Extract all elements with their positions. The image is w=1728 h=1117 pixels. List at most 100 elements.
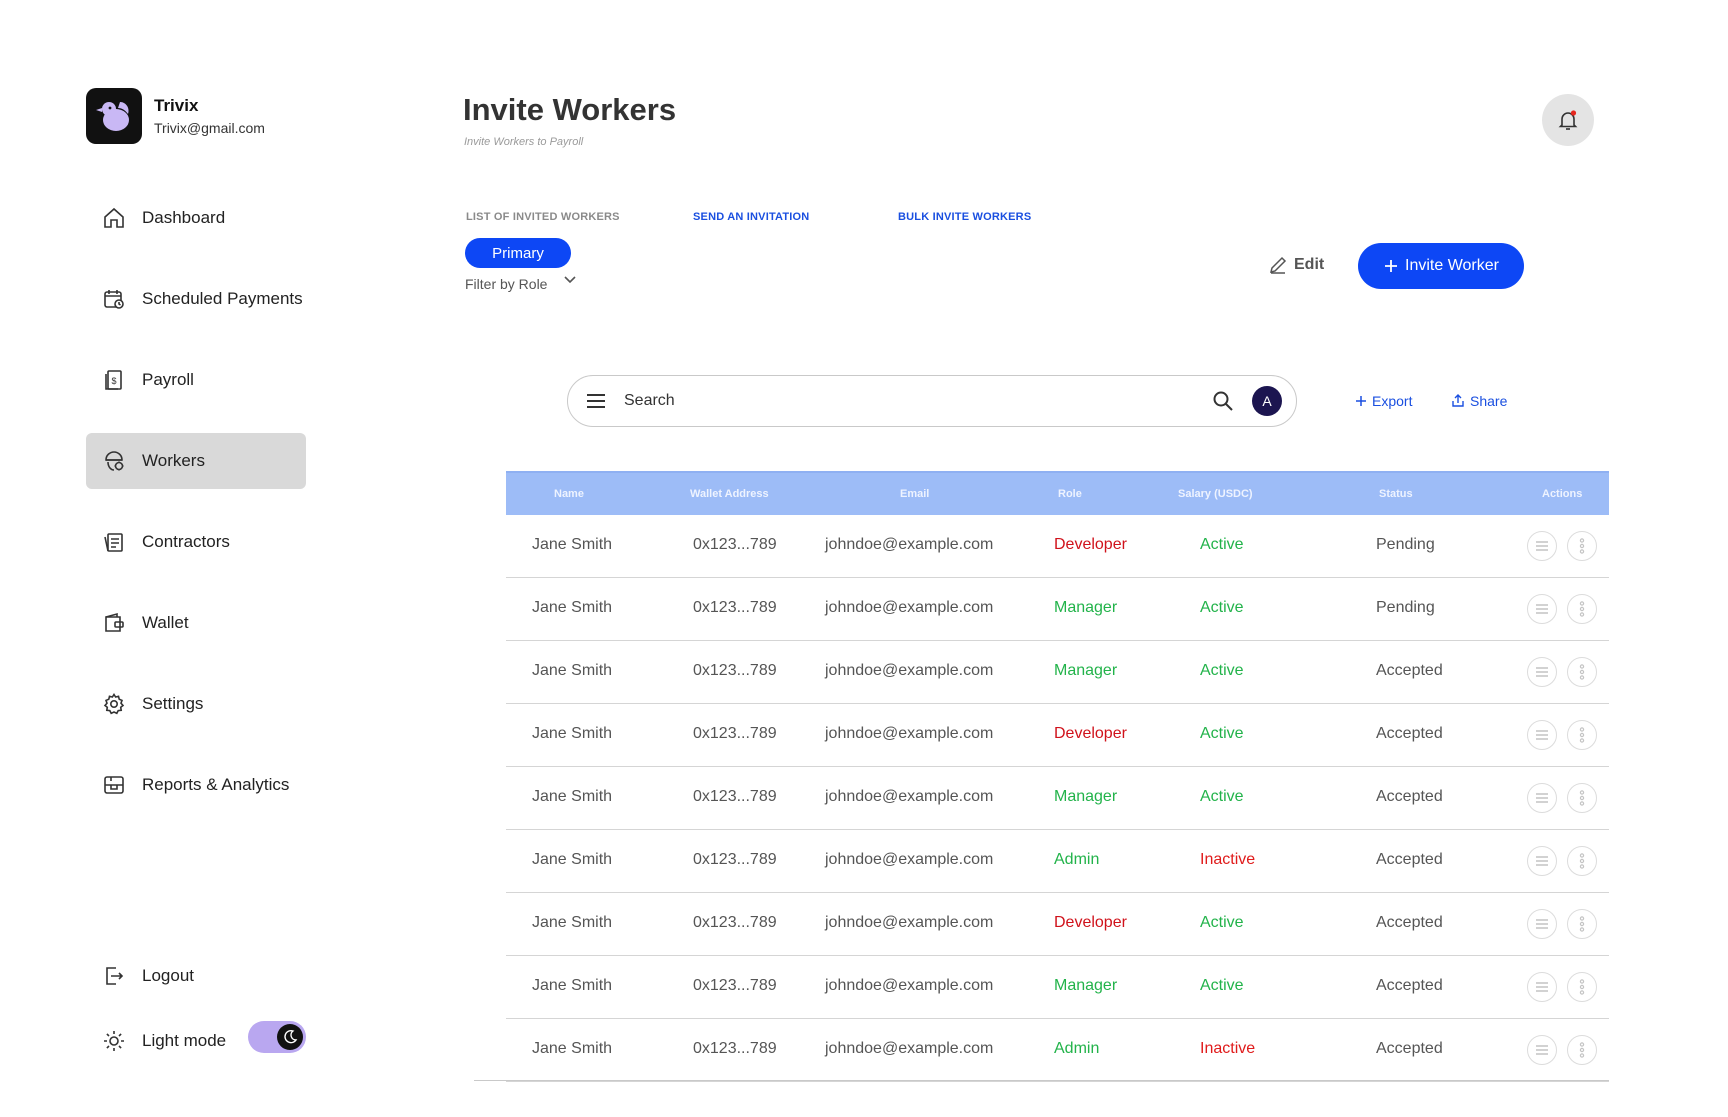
invite-label: Invite Worker <box>1405 257 1499 274</box>
cell-wallet: 0x123...789 <box>693 788 777 805</box>
export-button[interactable]: Export <box>1355 393 1412 409</box>
cell-invite-status: Accepted <box>1376 662 1443 679</box>
row-more-button[interactable] <box>1567 972 1597 1002</box>
row-more-button[interactable] <box>1567 1035 1597 1065</box>
cell-wallet: 0x123...789 <box>693 977 777 994</box>
sidebar-item-reports-analytics[interactable]: Reports & Analytics <box>86 757 306 813</box>
cell-wallet: 0x123...789 <box>693 1040 777 1057</box>
cell-invite-status: Pending <box>1376 599 1435 616</box>
edit-label: Edit <box>1294 256 1325 273</box>
cell-wallet: 0x123...789 <box>693 662 777 679</box>
cell-wallet: 0x123...789 <box>693 851 777 868</box>
cell-role: Developer <box>1054 536 1127 553</box>
row-menu-button[interactable] <box>1527 783 1557 813</box>
cell-salary-status: Active <box>1200 599 1244 616</box>
cell-email[interactable]: johndoe@example.com <box>825 851 993 869</box>
column-header-salary: Salary (USDC) <box>1178 488 1253 500</box>
sidebar-item-label: Contractors <box>142 532 230 551</box>
cell-name: Jane Smith <box>532 662 613 679</box>
column-header-name: Name <box>554 488 584 500</box>
cell-email[interactable]: johndoe@example.com <box>825 725 993 743</box>
logout-label: Logout <box>142 966 194 985</box>
invite-worker-button[interactable]: Invite Worker <box>1358 243 1524 289</box>
row-more-button[interactable] <box>1567 909 1597 939</box>
row-menu-button[interactable] <box>1527 720 1557 750</box>
search-icon[interactable] <box>1212 390 1234 412</box>
column-header-email: Email <box>900 488 930 500</box>
page-title: Invite Workers <box>463 92 677 127</box>
sun-icon <box>104 1031 124 1051</box>
sidebar-item-dashboard[interactable]: Dashboard <box>86 190 306 246</box>
tab-bulk-invite-workers[interactable]: BULK INVITE WORKERS <box>898 211 1031 223</box>
filter-by-role-dropdown[interactable]: Filter by Role <box>465 276 577 292</box>
row-more-button[interactable] <box>1567 846 1597 876</box>
row-menu-button[interactable] <box>1527 531 1557 561</box>
avatar[interactable]: A <box>1252 386 1282 416</box>
cell-email[interactable]: johndoe@example.com <box>825 788 993 806</box>
cell-salary-status: Inactive <box>1200 851 1256 868</box>
more-vertical-icon <box>1579 664 1585 680</box>
sidebar-item-label: Wallet <box>142 613 189 632</box>
row-menu-button[interactable] <box>1527 909 1557 939</box>
row-menu-button[interactable] <box>1527 657 1557 687</box>
lines-icon <box>1536 982 1548 992</box>
more-vertical-icon <box>1579 979 1585 995</box>
row-menu-button[interactable] <box>1527 972 1557 1002</box>
sidebar-item-workers[interactable]: Workers <box>86 433 306 489</box>
cell-email[interactable]: johndoe@example.com <box>825 914 993 932</box>
cell-name: Jane Smith <box>532 851 613 868</box>
row-menu-button[interactable] <box>1527 1035 1557 1065</box>
bell-icon <box>1558 110 1578 130</box>
table-row: Jane Smith 0x123...789 johndoe@example.com… <box>506 641 1609 704</box>
row-more-button[interactable] <box>1567 720 1597 750</box>
cell-salary-status: Active <box>1200 977 1244 994</box>
brand-name: Trivix <box>154 96 199 115</box>
share-label: Share <box>1470 393 1508 409</box>
cell-role: Admin <box>1054 1040 1100 1057</box>
brand-email: Trivix@gmail.com <box>154 120 265 136</box>
cell-email[interactable]: johndoe@example.com <box>825 536 993 554</box>
row-more-button[interactable] <box>1567 657 1597 687</box>
sidebar-item-wallet[interactable]: Wallet <box>86 595 306 651</box>
cell-wallet: 0x123...789 <box>693 725 777 742</box>
menu-icon[interactable] <box>586 393 606 409</box>
svg-text:$: $ <box>112 376 117 386</box>
cell-invite-status: Accepted <box>1376 977 1443 994</box>
worker-icon <box>105 451 124 471</box>
sidebar-item-payroll[interactable]: $ Payroll <box>86 352 306 408</box>
sidebar-item-label: Settings <box>142 694 204 713</box>
row-more-button[interactable] <box>1567 783 1597 813</box>
cell-wallet: 0x123...789 <box>693 536 777 553</box>
row-menu-button[interactable] <box>1527 846 1557 876</box>
row-more-button[interactable] <box>1567 594 1597 624</box>
tab-send-invitation[interactable]: SEND AN INVITATION <box>693 211 809 223</box>
theme-toggle[interactable] <box>248 1021 306 1053</box>
share-button[interactable]: Share <box>1451 393 1507 409</box>
logout-button[interactable]: Logout <box>86 948 306 1004</box>
chevron-down-icon <box>564 276 577 284</box>
cell-email[interactable]: johndoe@example.com <box>825 662 993 680</box>
sidebar-item-contractors[interactable]: Contractors <box>86 514 306 570</box>
table-row: Jane Smith 0x123...789 johndoe@example.com… <box>506 767 1609 830</box>
sidebar-item-settings[interactable]: Settings <box>86 676 306 732</box>
notifications-button[interactable] <box>1542 94 1594 146</box>
search-input[interactable] <box>624 392 1212 410</box>
pencil-icon <box>1269 256 1287 274</box>
cell-email[interactable]: johndoe@example.com <box>825 977 993 995</box>
calendar-icon <box>104 290 124 309</box>
edit-button[interactable]: Edit <box>1268 255 1324 275</box>
cell-email[interactable]: johndoe@example.com <box>825 1040 993 1058</box>
cell-role: Admin <box>1054 851 1100 868</box>
cell-email[interactable]: johndoe@example.com <box>825 599 993 617</box>
tab-list-invited-workers[interactable]: LIST OF INVITED WORKERS <box>466 211 620 223</box>
row-more-button[interactable] <box>1567 531 1597 561</box>
row-menu-button[interactable] <box>1527 594 1557 624</box>
cell-role: Manager <box>1054 662 1118 679</box>
cell-name: Jane Smith <box>532 788 613 805</box>
primary-filter-pill[interactable]: Primary <box>465 238 571 268</box>
cell-invite-status: Accepted <box>1376 1040 1443 1057</box>
cell-name: Jane Smith <box>532 914 613 931</box>
sidebar-item-scheduled-payments[interactable]: Scheduled Payments <box>86 271 306 327</box>
gear-icon <box>103 693 125 715</box>
plus-icon <box>1356 396 1366 406</box>
